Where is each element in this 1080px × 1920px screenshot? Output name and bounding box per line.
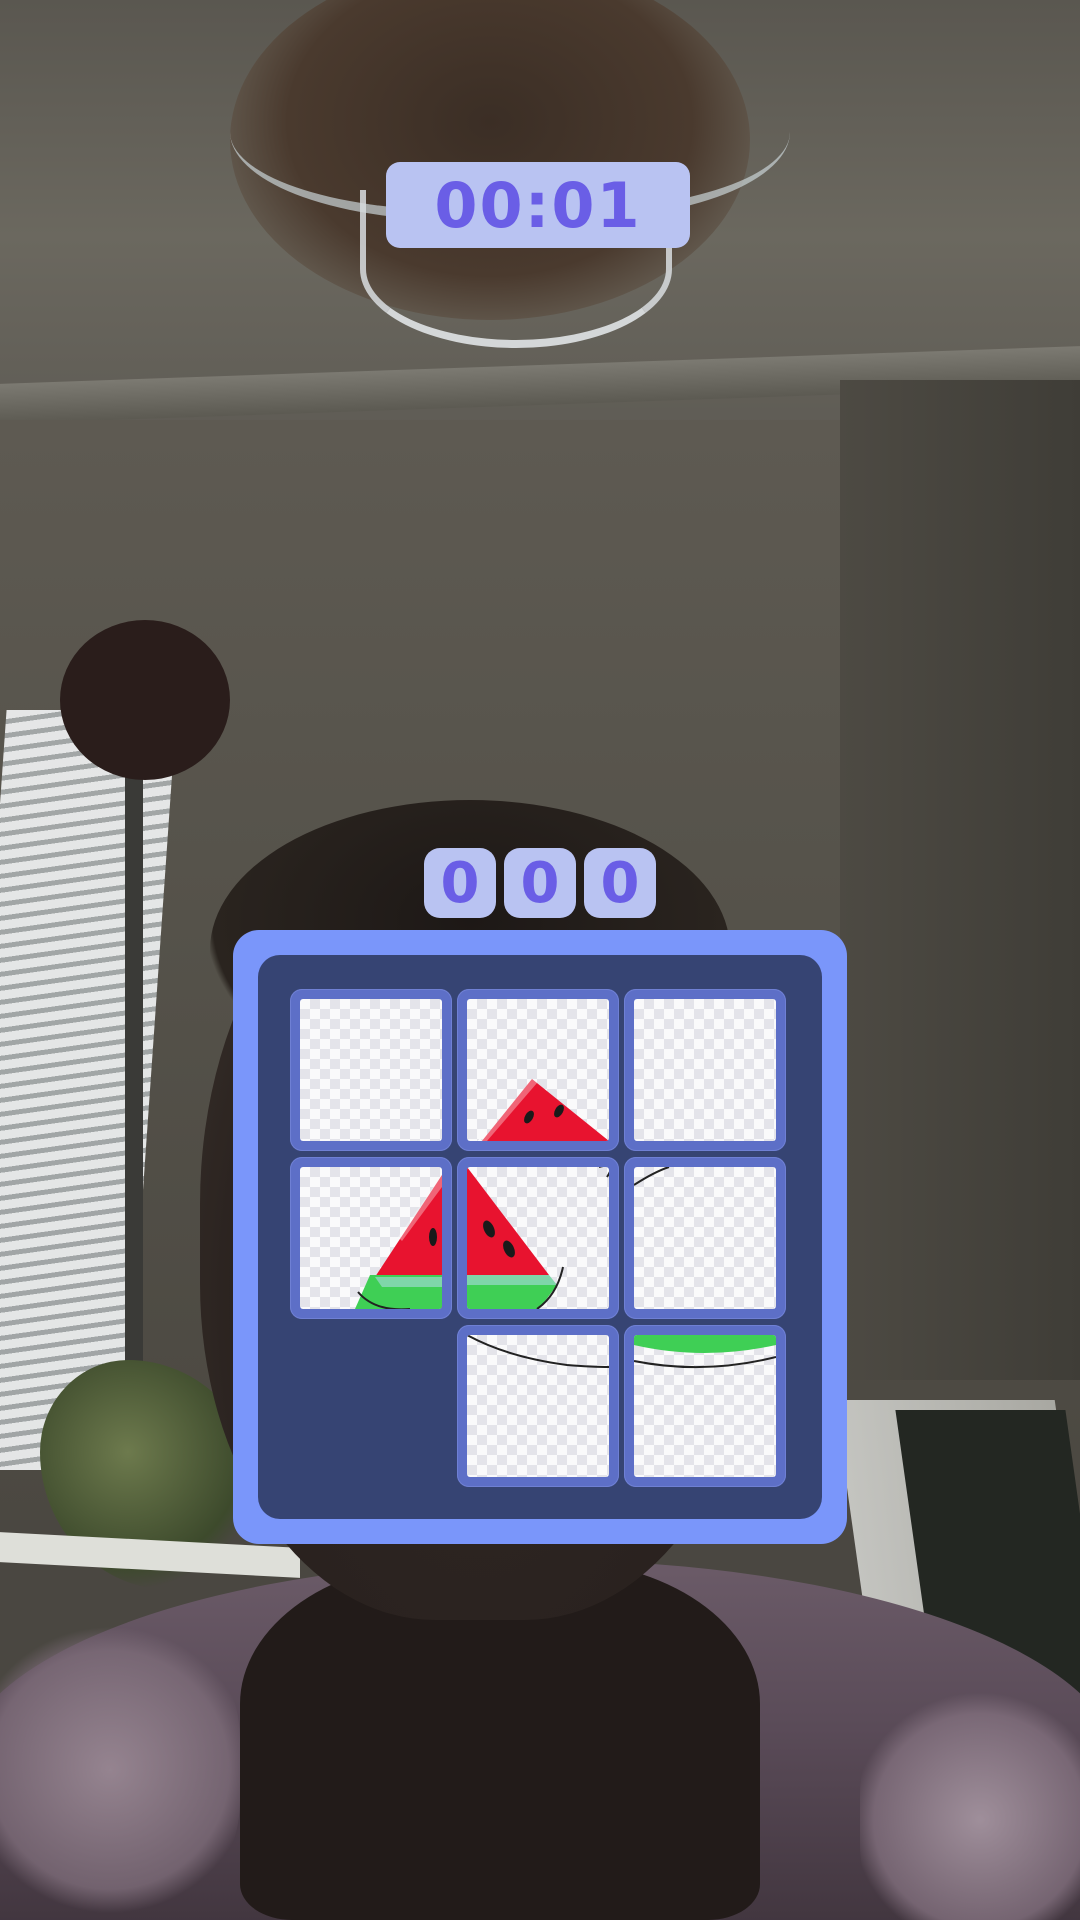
tile-image — [467, 1167, 609, 1309]
shirt-highlight-right — [860, 1690, 1080, 1920]
puzzle-tile-3[interactable] — [624, 989, 786, 1151]
wall-corner — [840, 380, 1080, 1380]
timer: 00:01 — [386, 162, 690, 248]
watermelon-rind-fragment — [634, 1335, 776, 1369]
watermelon-slice-icon — [477, 1079, 609, 1141]
tile-image — [634, 1335, 776, 1477]
curve-fragment — [634, 1167, 670, 1186]
tile-image — [634, 999, 776, 1141]
tile-image — [300, 1167, 442, 1309]
dark-object — [60, 620, 230, 780]
puzzle-tile-1[interactable] — [290, 989, 452, 1151]
puzzle-tile-8[interactable] — [457, 1325, 619, 1487]
tile-image — [300, 999, 442, 1141]
move-digit: 0 — [504, 848, 576, 918]
puzzle-tile-2[interactable] — [457, 989, 619, 1151]
move-counter: 0 0 0 — [424, 848, 656, 918]
tile-image — [467, 1335, 609, 1477]
puzzle-tile-4[interactable] — [290, 1157, 452, 1319]
move-digit: 0 — [424, 848, 496, 918]
curve-fragment — [467, 1335, 609, 1368]
empty-slot — [290, 1325, 452, 1487]
watermelon-slice-icon — [355, 1175, 442, 1309]
puzzle-tile-9[interactable] — [624, 1325, 786, 1487]
puzzle-tile-6[interactable] — [624, 1157, 786, 1319]
tile-image — [634, 1167, 776, 1309]
tile-image — [467, 999, 609, 1141]
move-digit: 0 — [584, 848, 656, 918]
puzzle-grid — [258, 955, 822, 1519]
puzzle-board — [233, 930, 847, 1544]
watermelon-slice-icon — [467, 1167, 609, 1309]
shirt-highlight-left — [0, 1620, 240, 1920]
puzzle-tile-5[interactable] — [457, 1157, 619, 1319]
